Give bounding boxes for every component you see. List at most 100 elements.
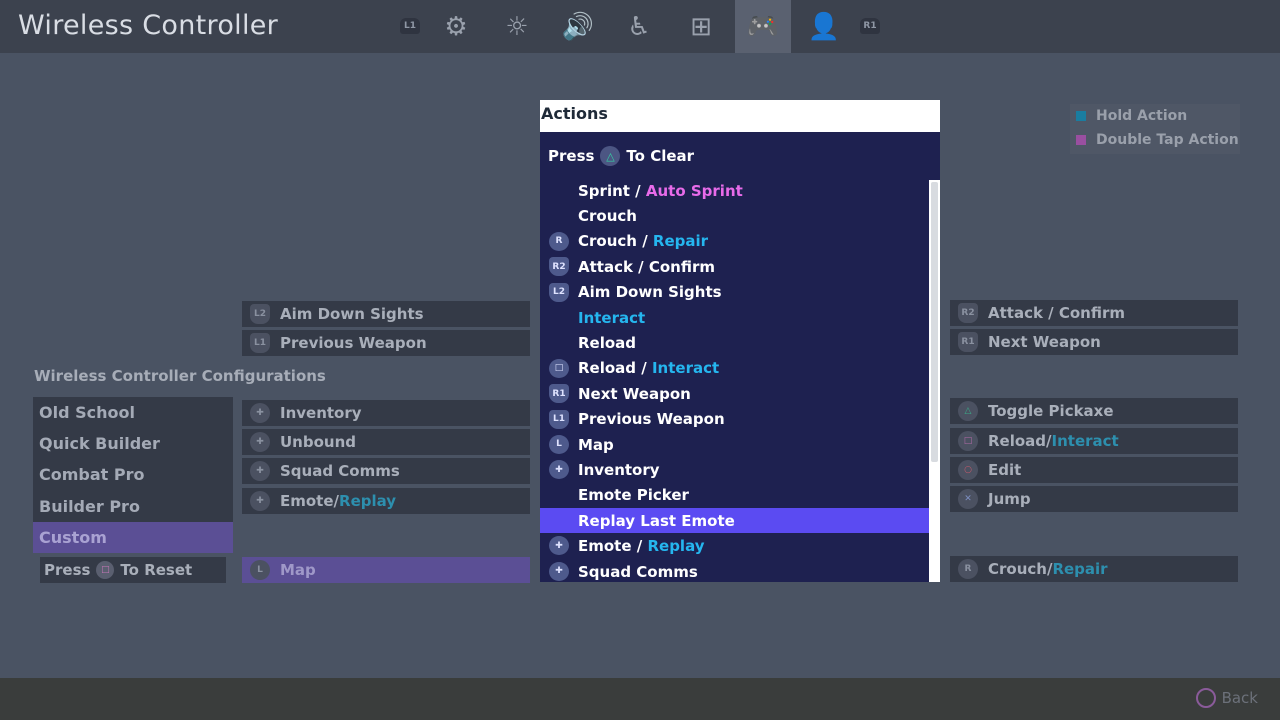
action-label: Crouch bbox=[578, 207, 637, 225]
controller-button-icon: ✚ bbox=[549, 536, 569, 556]
action-label: Inventory bbox=[578, 461, 660, 479]
l1-bumper-icon[interactable]: L1 bbox=[400, 18, 420, 34]
r1-bumper-icon[interactable]: R1 bbox=[860, 18, 880, 34]
action-label: Interact bbox=[578, 309, 645, 327]
action-main-text: Squad Comms bbox=[578, 562, 698, 581]
tab-controller[interactable]: 🎮 bbox=[735, 0, 791, 53]
binding-dpad-up[interactable]: ✚ Inventory bbox=[242, 400, 530, 426]
action-item[interactable]: Sprint / Auto Sprint bbox=[540, 178, 929, 203]
binding-square[interactable]: □ Reload / Interact bbox=[950, 428, 1238, 454]
action-label: Squad Comms bbox=[578, 563, 698, 581]
binding-dpad-left[interactable]: ✚ Emote / Replay bbox=[242, 488, 530, 514]
binding-circle[interactable]: ○ Edit bbox=[950, 457, 1238, 483]
binding-dpad-up-label: Inventory bbox=[280, 404, 362, 422]
controller-button-icon: □ bbox=[549, 358, 569, 378]
back-button[interactable]: Back bbox=[1195, 688, 1258, 708]
action-label: Next Weapon bbox=[578, 385, 691, 403]
action-item[interactable]: R1 Next Weapon bbox=[540, 381, 929, 406]
action-item[interactable]: ✚ Inventory bbox=[540, 457, 929, 482]
tab-audio[interactable]: 🔊 bbox=[550, 0, 606, 53]
config-builder-pro[interactable]: Builder Pro bbox=[33, 491, 233, 522]
dpad-down-icon: ✚ bbox=[250, 461, 270, 481]
binding-dpad-down-label: Squad Comms bbox=[280, 462, 400, 480]
binding-triangle-label: Toggle Pickaxe bbox=[988, 402, 1114, 420]
action-main-text: Emote bbox=[578, 537, 632, 556]
action-hold-text: Replay bbox=[647, 537, 705, 556]
binding-l3[interactable]: L Map bbox=[242, 557, 530, 583]
action-main-text: Replay Last Emote bbox=[578, 511, 735, 530]
action-legend: Hold Action Double Tap Action bbox=[1070, 104, 1240, 154]
binding-cross-label: Jump bbox=[988, 490, 1031, 508]
action-item[interactable]: L1 Previous Weapon bbox=[540, 407, 929, 432]
circle-button-icon bbox=[1195, 688, 1216, 708]
controller-button-icon: R2 bbox=[549, 257, 569, 277]
action-item[interactable]: ✚ Squad Comms bbox=[540, 559, 929, 582]
binding-r2[interactable]: R2 Attack / Confirm bbox=[950, 300, 1238, 326]
network-icon: ⊞ bbox=[690, 11, 712, 42]
gamepad-icon: 🎮 bbox=[746, 11, 780, 42]
action-item[interactable]: R2 Attack / Confirm bbox=[540, 254, 929, 279]
action-item[interactable]: Interact bbox=[540, 305, 929, 330]
action-item[interactable]: L Map bbox=[540, 432, 929, 457]
configurations-heading: Wireless Controller Configurations bbox=[34, 367, 326, 385]
binding-dpad-right[interactable]: ✚ Unbound bbox=[242, 429, 530, 455]
action-item[interactable]: R Crouch / Repair bbox=[540, 229, 929, 254]
controller-button-icon: R bbox=[549, 231, 569, 251]
action-label: Attack / Confirm bbox=[578, 258, 715, 276]
action-main-text: Attack / Confirm bbox=[578, 257, 715, 276]
action-item[interactable]: Reload bbox=[540, 330, 929, 355]
tab-account[interactable]: 👤 bbox=[796, 0, 852, 53]
action-label: Aim Down Sights bbox=[578, 283, 722, 301]
binding-r1[interactable]: R1 Next Weapon bbox=[950, 329, 1238, 355]
binding-l3-label: Map bbox=[280, 561, 316, 579]
action-main-text: Crouch bbox=[578, 207, 637, 226]
binding-l2[interactable]: L2 Aim Down Sights bbox=[242, 301, 530, 327]
action-item[interactable]: ✚ Emote / Replay bbox=[540, 533, 929, 558]
tab-network[interactable]: ⊞ bbox=[673, 0, 729, 53]
r2-icon: R2 bbox=[958, 303, 978, 323]
tab-gear[interactable]: ⚙ bbox=[428, 0, 484, 53]
config-old-school[interactable]: Old School bbox=[33, 397, 233, 428]
binding-cross[interactable]: ✕ Jump bbox=[950, 486, 1238, 512]
dpad-up-icon: ✚ bbox=[250, 403, 270, 423]
config-quick-builder[interactable]: Quick Builder bbox=[33, 428, 233, 459]
top-bar: Wireless Controller L1 ⚙ ☼ 🔊 ♿ ⊞ 🎮 👤 R1 bbox=[0, 0, 1280, 53]
legend-hold-label: Hold Action bbox=[1096, 108, 1188, 124]
binding-l2-label: Aim Down Sights bbox=[280, 305, 424, 323]
action-main-text: Inventory bbox=[578, 460, 660, 479]
action-main-text: Previous Weapon bbox=[578, 410, 725, 429]
binding-l1-label: Previous Weapon bbox=[280, 334, 427, 352]
action-main-text: Sprint bbox=[578, 181, 630, 200]
square-button-icon: □ bbox=[96, 561, 115, 579]
l2-icon: L2 bbox=[250, 304, 270, 324]
action-item[interactable]: Replay Last Emote bbox=[540, 508, 929, 534]
binding-l1[interactable]: L1 Previous Weapon bbox=[242, 330, 530, 356]
clear-press-label: Press bbox=[548, 147, 595, 165]
config-custom[interactable]: Custom bbox=[33, 521, 233, 553]
action-sep-text: / bbox=[636, 359, 652, 378]
reset-hint[interactable]: Press □ To Reset bbox=[40, 557, 226, 583]
tab-accessibility[interactable]: ♿ bbox=[611, 0, 667, 53]
dpad-left-icon: ✚ bbox=[250, 491, 270, 511]
actions-scroll-thumb[interactable] bbox=[931, 182, 938, 462]
config-combat-pro[interactable]: Combat Pro bbox=[33, 459, 233, 490]
action-item[interactable]: Crouch bbox=[540, 203, 929, 228]
clear-hint: Press △ To Clear bbox=[548, 146, 694, 166]
actions-scrollbar[interactable] bbox=[929, 180, 940, 582]
action-item[interactable]: L2 Aim Down Sights bbox=[540, 280, 929, 305]
binding-r3[interactable]: R Crouch / Repair bbox=[950, 556, 1238, 582]
hold-swatch bbox=[1076, 111, 1086, 121]
action-item[interactable]: □ Reload / Interact bbox=[540, 356, 929, 381]
action-main-text: Aim Down Sights bbox=[578, 283, 722, 302]
reset-press-label: Press bbox=[44, 561, 91, 579]
binding-r2-label: Attack / Confirm bbox=[988, 304, 1125, 322]
action-item[interactable]: Emote Picker bbox=[540, 483, 929, 508]
controller-button-icon: L2 bbox=[549, 282, 569, 302]
action-main-text: Crouch bbox=[578, 232, 637, 251]
binding-triangle[interactable]: △ Toggle Pickaxe bbox=[950, 398, 1238, 424]
bottom-bar: Back bbox=[0, 678, 1280, 720]
tab-brightness[interactable]: ☼ bbox=[489, 0, 545, 53]
action-label: Reload bbox=[578, 334, 636, 352]
binding-dpad-down[interactable]: ✚ Squad Comms bbox=[242, 458, 530, 484]
controller-button-icon: R1 bbox=[549, 384, 569, 404]
